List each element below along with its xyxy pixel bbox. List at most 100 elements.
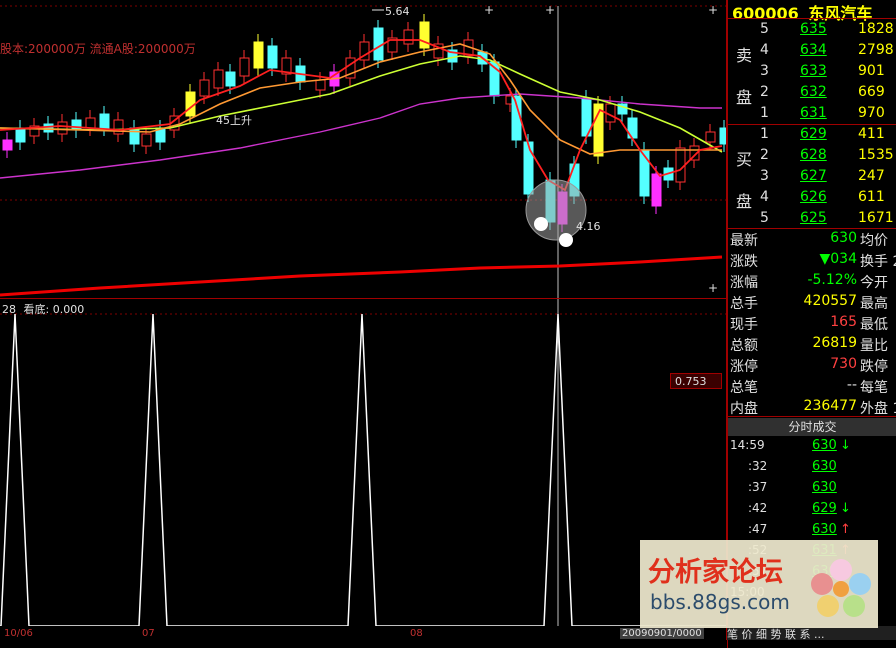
candle-body [199,79,210,97]
ask-row[interactable]: 4 634 2798 [728,42,896,63]
candle-body [419,21,430,49]
ask-row[interactable]: 2 632 669 [728,84,896,105]
plus-marker: + [708,3,718,17]
quote-key-2: 均价 [860,233,888,249]
ask-row[interactable]: 1 631 970 [728,105,896,126]
date-label: 10/06 [4,628,33,639]
bid-price[interactable]: 625 [800,210,827,226]
candle-body [15,127,26,143]
quote-key: 涨幅 [730,275,758,291]
candle-body [43,123,54,133]
date-label: 08 [410,628,423,639]
smiley-icon [559,233,573,247]
indicator-line [0,313,726,626]
ask-row[interactable]: 3 633 901 [728,63,896,84]
bid-price[interactable]: 626 [800,189,827,205]
quote-row: 总笔 -- 每笔 [728,377,896,398]
quote-key-2: 换手 2 [860,254,896,270]
quote-key: 总手 [730,296,758,312]
tick-time: :37 [748,480,768,494]
ask-volume: 2798 [858,42,894,58]
tick-row: 14:59 630 ↓ [728,438,896,459]
tick-time: :47 [748,522,768,536]
bid-row[interactable]: 3 627 247 [728,168,896,189]
quote-row: 现手 165 最低 [728,314,896,335]
candle-body [129,127,140,145]
kline-chart[interactable]: 5.64 4.16 45上升 + + + + 股本:200000万 流通A股:2… [0,0,726,640]
ask-volume: 669 [858,84,885,100]
candle-body [675,147,686,183]
ask-price[interactable]: 635 [800,21,827,37]
bid-volume: 411 [858,126,885,142]
candle-body [85,117,96,129]
quote-value: 630 [830,230,857,246]
ask-volume: 1828 [858,21,894,37]
quote-value: 165 [830,314,857,330]
bid-level: 5 [760,210,769,226]
quote-value: -5.12% [807,272,857,288]
quote-key: 总额 [730,338,758,354]
bid-row[interactable]: 4 626 611 [728,189,896,210]
tick-price: 630 [812,522,837,537]
ask-row[interactable]: 5 635 1828 [728,21,896,42]
stock-header[interactable]: 600006 东风汽车 [728,0,896,23]
bid-level: 3 [760,168,769,184]
quote-key-2: 今开 [860,275,888,291]
indicator-plot[interactable] [0,300,726,626]
candle-body [71,119,82,131]
bid-row[interactable]: 1 629 411 [728,126,896,147]
tick-time: 14:59 [730,438,765,452]
quote-row: 总额 26819 量比 [728,335,896,356]
quote-key-2: 最高 [860,296,888,312]
candle-body [253,41,264,69]
date-label: 07 [142,628,155,639]
bid-price[interactable]: 628 [800,147,827,163]
candle-body [239,57,250,77]
pane-divider [0,298,726,299]
ask-level: 4 [760,42,769,58]
candle-body [225,71,236,87]
candle-body [141,133,152,147]
bid-price[interactable]: 629 [800,126,827,142]
candle-body [99,113,110,129]
bid-price[interactable]: 627 [800,168,827,184]
tick-arrow-icon: ↓ [840,438,851,453]
candle-body [403,29,414,45]
ask-price[interactable]: 632 [800,84,827,100]
ask-volume: 970 [858,105,885,121]
tick-row: :37 630 [728,480,896,501]
ma250-line [0,255,723,297]
crosshair-value-box: 0.753 [670,373,722,389]
low-label: 4.16 [576,220,601,233]
quote-key-2: 外盘 18 [860,401,896,417]
bid-level: 4 [760,189,769,205]
ask-price[interactable]: 634 [800,42,827,58]
quote-key: 涨停 [730,359,758,375]
tick-price: 630 [812,438,837,453]
plus-marker: + [545,3,555,17]
candle-body [267,45,278,69]
ask-price[interactable]: 631 [800,105,827,121]
quote-row: 总手 420557 最高 [728,293,896,314]
bottom-tabs[interactable]: 笔 价 细 势 联 系 ... [727,626,896,640]
quote-key: 总笔 [730,380,758,396]
date-axis: 10/06 07 08 [0,628,726,640]
bid-row[interactable]: 2 628 1535 [728,147,896,168]
ask-price[interactable]: 633 [800,63,827,79]
candle-body [2,139,13,151]
candle-body [315,79,326,91]
ticks-header[interactable]: 分时成交 [728,418,896,436]
bid-volume: 1535 [858,147,894,163]
ask-level: 3 [760,63,769,79]
bid-level: 2 [760,147,769,163]
quote-value: 26819 [812,335,857,351]
quote-key-2: 跌停 [860,359,888,375]
quote-key: 最新 [730,233,758,249]
tick-time: :42 [748,501,768,515]
tick-row: :32 630 [728,459,896,480]
ask-level: 2 [760,84,769,100]
tick-price: 630 [812,459,837,474]
ask-level: 5 [760,21,769,37]
tick-price: 630 [812,480,837,495]
bid-volume: 247 [858,168,885,184]
